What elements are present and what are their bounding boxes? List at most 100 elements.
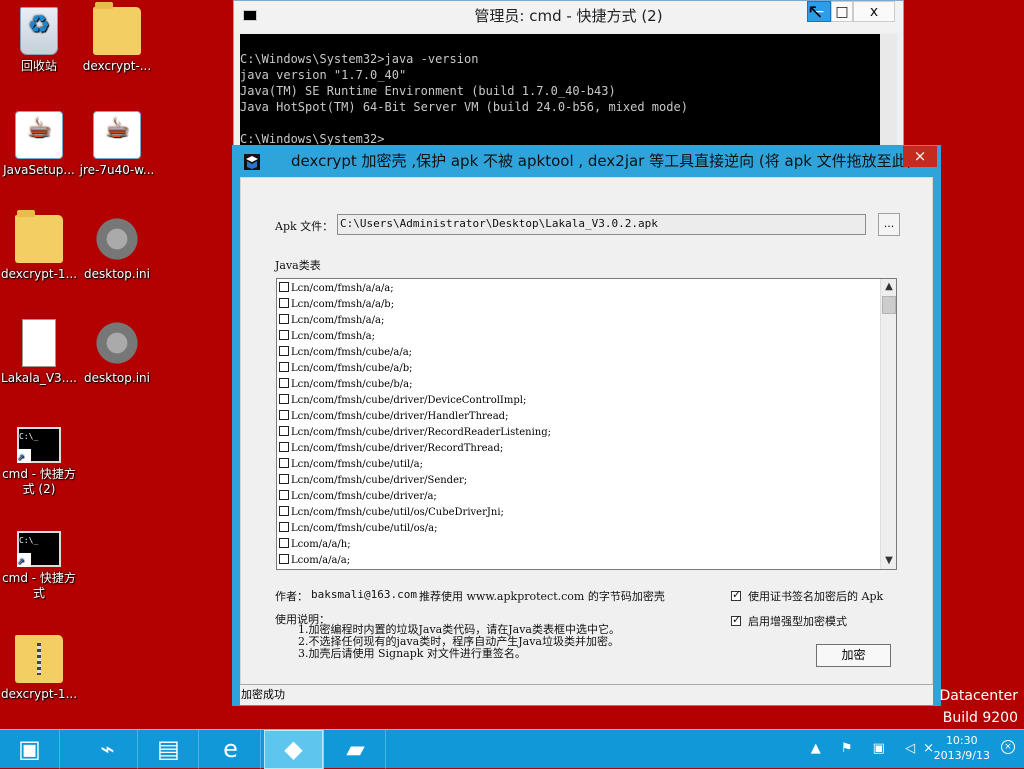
java-class-row[interactable]: Lcn/com/fmsh/a; xyxy=(279,329,880,345)
java-class-name: Lcn/com/fmsh/a; xyxy=(291,331,375,342)
java-class-name: Lcom/a/a/h; xyxy=(291,539,351,550)
java-class-row[interactable]: Lcn/com/fmsh/cube/a/b; xyxy=(279,361,880,377)
class-list-scrollbar[interactable]: ▲ ▼ xyxy=(880,279,896,569)
checkbox-checked-icon xyxy=(731,588,741,601)
checkbox-icon[interactable] xyxy=(279,362,289,372)
taskbar: ▣ ⌁ ▤ e ◆ ▰ ▲ ⚑ ▣ ◁× 10:30 2013/9/13 × xyxy=(0,729,1024,769)
cmd-icon: ▰ xyxy=(346,735,365,763)
java-class-row[interactable]: Lcn/com/fmsh/a/a; xyxy=(279,313,880,329)
use-certificate-checkbox[interactable]: 使用证书签名加密后的 Apk xyxy=(731,588,883,604)
maximize-button[interactable]: □ xyxy=(831,1,853,22)
dexcrypt-client-area: Apk 文件： C:\Users\Administrator\Desktop\L… xyxy=(240,177,933,685)
checkbox-icon[interactable] xyxy=(279,298,289,308)
system-tray-icons[interactable]: ▲ ⚑ ▣ ◁× xyxy=(811,741,942,756)
system-clock[interactable]: 10:30 2013/9/13 xyxy=(934,733,990,763)
clock-time: 10:30 xyxy=(945,734,978,747)
checkbox-icon[interactable] xyxy=(279,282,289,292)
gear-file-icon xyxy=(93,215,141,263)
checkbox-icon[interactable] xyxy=(279,506,289,516)
file-explorer-icon: ▤ xyxy=(157,735,180,763)
apk-path-field[interactable]: C:\Users\Administrator\Desktop\Lakala_V3… xyxy=(337,214,866,235)
notification-icon[interactable]: × xyxy=(1001,740,1015,754)
java-class-row[interactable]: Lcn/com/fmsh/a/a/b; xyxy=(279,297,880,313)
java-class-row[interactable]: Lcn/com/fmsh/cube/driver/HandlerThread; xyxy=(279,409,880,425)
java-class-row[interactable]: Lcom/a/a/a; xyxy=(279,553,880,569)
browse-button[interactable]: ... xyxy=(878,213,900,236)
maximize-icon: □ xyxy=(835,4,849,20)
taskbar-file-explorer-button[interactable]: ▤ xyxy=(139,730,199,769)
java-installer-icon xyxy=(15,111,63,159)
console-output[interactable]: C:\Windows\System32>java -version java v… xyxy=(240,34,880,157)
checkbox-icon[interactable] xyxy=(279,458,289,468)
java-class-row[interactable]: Lcn/com/fmsh/cube/b/a; xyxy=(279,377,880,393)
checkbox-icon[interactable] xyxy=(279,394,289,404)
enhanced-encryption-checkbox[interactable]: 启用增强型加密模式 xyxy=(731,613,847,629)
desktop-icon-jre[interactable]: jre-7u40-w... xyxy=(78,111,156,178)
java-class-name: Lcn/com/fmsh/cube/driver/RecordThread; xyxy=(291,443,504,454)
java-class-row[interactable]: Lcom/a/a/h; xyxy=(279,537,880,553)
java-class-name: Lcn/com/fmsh/a/a/a; xyxy=(291,283,394,294)
checkbox-icon[interactable] xyxy=(279,410,289,420)
java-class-row[interactable]: Lcn/com/fmsh/cube/driver/DeviceControlIm… xyxy=(279,393,880,409)
close-button[interactable]: x xyxy=(853,1,895,22)
checkbox-icon[interactable] xyxy=(279,474,289,484)
usage-line-3: 3.加壳后请使用 Signapk 对文件进行重签名。 xyxy=(298,647,526,660)
scroll-down-arrow-icon[interactable]: ▼ xyxy=(881,553,896,569)
java-class-list[interactable]: Lcn/com/fmsh/a/a/a; Lcn/com/fmsh/a/a/b; Lc… xyxy=(276,278,897,570)
scroll-up-arrow-icon[interactable]: ▲ xyxy=(881,279,896,295)
file-icon xyxy=(22,319,56,367)
checkbox-icon[interactable] xyxy=(279,314,289,324)
java-class-row[interactable]: Lcn/com/fmsh/cube/a/a; xyxy=(279,345,880,361)
java-class-row[interactable]: Lcn/com/fmsh/cube/util/os/CubeDriverJni; xyxy=(279,505,880,521)
checkbox-icon[interactable] xyxy=(279,426,289,436)
desktop-icon-dexcrypt-folder-2[interactable]: dexcrypt-1... xyxy=(0,210,78,282)
java-classes-label: Java类表 xyxy=(275,259,321,272)
taskbar-dexcrypt-button[interactable]: ◆ xyxy=(264,730,324,769)
java-installer-icon xyxy=(93,111,141,159)
os-build-watermark: Datacenter Build 9200 xyxy=(940,685,1018,729)
checkbox-icon[interactable] xyxy=(279,490,289,500)
checkbox-icon[interactable] xyxy=(279,442,289,452)
console-scrollbar[interactable] xyxy=(880,34,897,157)
taskbar-internet-explorer-button[interactable]: e xyxy=(201,730,261,769)
checkbox-icon[interactable] xyxy=(279,346,289,356)
dexcrypt-window: dexcrypt 加密壳 ,保护 apk 不被 apktool , dex2ja… xyxy=(232,145,941,706)
folder-icon xyxy=(93,2,141,55)
desktop-icon-lakala-apk[interactable]: Lakala_V3.... xyxy=(0,319,78,386)
dexcrypt-titlebar[interactable]: dexcrypt 加密壳 ,保护 apk 不被 apktool , dex2ja… xyxy=(233,146,940,177)
desktop-icon-dexcrypt-zip[interactable]: dexcrypt-1... xyxy=(0,635,78,702)
scroll-thumb[interactable] xyxy=(882,296,896,314)
checkbox-icon[interactable] xyxy=(279,538,289,548)
encrypt-button[interactable]: 加密 xyxy=(816,644,891,667)
checkbox-icon[interactable] xyxy=(279,330,289,340)
java-class-name: Lcn/com/fmsh/cube/util/a; xyxy=(291,459,423,470)
java-class-row[interactable]: Lcn/com/fmsh/cube/driver/a; xyxy=(279,489,880,505)
desktop-icon-desktop-ini-2[interactable]: desktop.ini xyxy=(78,319,156,386)
java-class-name: Lcom/a/a/a; xyxy=(291,555,351,566)
desktop-icon-cmd-shortcut-2[interactable]: C:\_ cmd - 快捷方式 (2) xyxy=(0,427,78,497)
checkbox-icon[interactable] xyxy=(279,378,289,388)
desktop-icon-recycle-bin[interactable]: 回收站 xyxy=(0,7,78,74)
cmd-window-icon xyxy=(243,10,257,21)
java-class-row[interactable]: Lcn/com/fmsh/cube/driver/RecordThread; xyxy=(279,441,880,457)
desktop-icon-dexcrypt-folder[interactable]: dexcrypt-... xyxy=(78,2,156,74)
desktop-icon-javasetup[interactable]: JavaSetup... xyxy=(0,111,78,178)
cmd-titlebar[interactable]: 管理员: cmd - 快捷方式 (2) xyxy=(234,1,903,31)
java-class-row[interactable]: Lcn/com/fmsh/cube/driver/Sender; xyxy=(279,473,880,489)
taskbar-powershell-button[interactable]: ⌁ xyxy=(78,730,138,769)
checkbox-icon[interactable] xyxy=(279,522,289,532)
java-class-name: Lcn/com/fmsh/cube/driver/Sender; xyxy=(291,475,468,486)
desktop-icon-cmd-shortcut[interactable]: C:\_ cmd - 快捷方式 xyxy=(0,531,78,601)
zip-folder-icon xyxy=(15,635,63,683)
taskbar-cmd-button[interactable]: ▰ xyxy=(326,730,386,769)
dexcrypt-close-button[interactable]: × xyxy=(903,146,937,167)
java-class-row[interactable]: Lcn/com/fmsh/cube/util/a; xyxy=(279,457,880,473)
taskbar-server-manager-button[interactable]: ▣ xyxy=(0,730,60,769)
cmd-shortcut-icon: C:\_ xyxy=(17,531,61,567)
java-class-row[interactable]: Lcn/com/fmsh/cube/driver/RecordReaderLis… xyxy=(279,425,880,441)
java-class-row[interactable]: Lcn/com/fmsh/a/a/a; xyxy=(279,281,880,297)
desktop-icon-desktop-ini[interactable]: desktop.ini xyxy=(78,215,156,282)
java-class-row[interactable]: Lcn/com/fmsh/cube/util/os/a; xyxy=(279,521,880,537)
checkbox-icon[interactable] xyxy=(279,554,289,564)
apk-file-label: Apk 文件： xyxy=(275,220,334,233)
